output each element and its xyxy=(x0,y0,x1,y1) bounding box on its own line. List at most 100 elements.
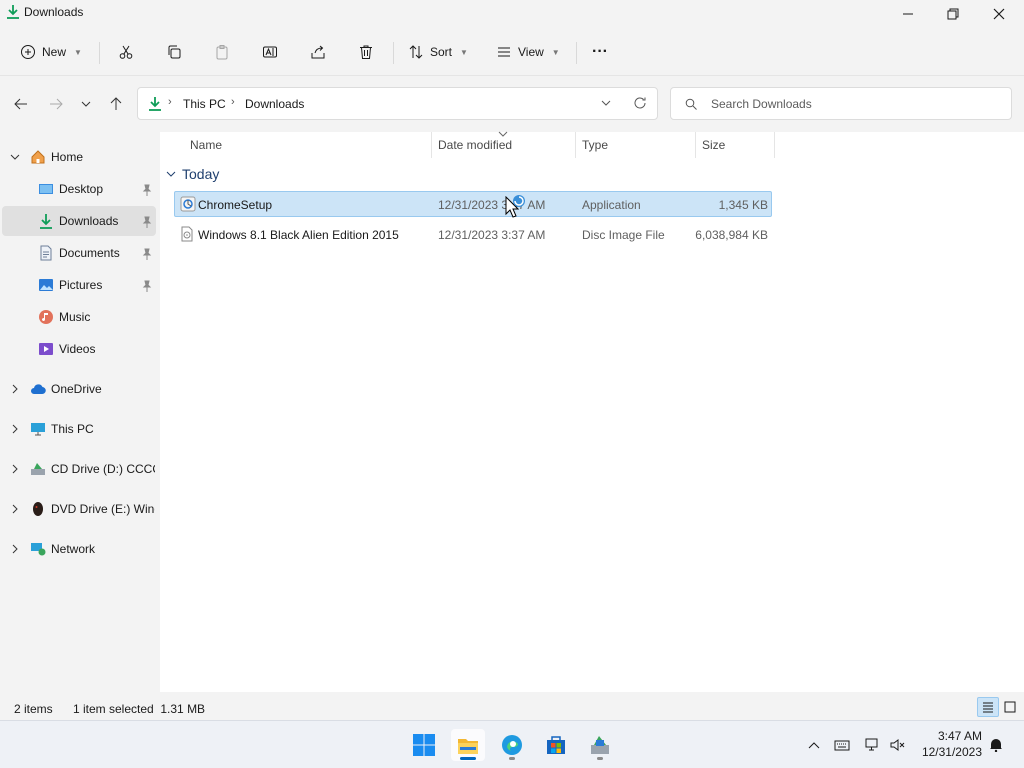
keyboard-button[interactable] xyxy=(833,737,851,753)
column-header-name[interactable]: Name xyxy=(190,132,222,158)
selection-info: 1 item selected 1.31 MB xyxy=(73,702,206,716)
new-button[interactable]: New ▼ xyxy=(20,38,82,66)
copy-icon xyxy=(168,45,181,59)
sidebar-item-label: Downloads xyxy=(59,214,119,228)
sidebar-item-label: Videos xyxy=(59,342,96,356)
search-box[interactable] xyxy=(670,87,1012,120)
column-divider[interactable] xyxy=(695,132,696,158)
close-button[interactable] xyxy=(976,0,1022,28)
column-divider[interactable] xyxy=(774,132,775,158)
sort-button[interactable]: Sort ▼ xyxy=(408,38,468,66)
edge-icon xyxy=(502,735,522,755)
sidebar-item-music[interactable]: Music xyxy=(2,302,156,332)
show-hidden-icons-button[interactable] xyxy=(805,737,823,753)
sidebar-item-desktop[interactable]: Desktop xyxy=(2,174,156,204)
system-clock[interactable]: 3:47 AM 12/31/2023 xyxy=(918,728,982,760)
application-icon xyxy=(180,196,196,212)
sidebar-item-onedrive[interactable]: OneDrive xyxy=(2,374,156,404)
item-count: 2 items xyxy=(14,702,53,716)
taskbar-store[interactable] xyxy=(539,729,573,761)
downloads-icon xyxy=(7,5,19,19)
sidebar-item-label: This PC xyxy=(51,422,94,436)
volume-button[interactable] xyxy=(889,737,907,753)
clock-date: 12/31/2023 xyxy=(921,745,982,759)
search-input[interactable] xyxy=(711,95,991,113)
taskbar-media-creation-tool[interactable] xyxy=(583,729,617,761)
sidebar-item-label: DVD Drive (E:) Windows 8.1 Black Alien E… xyxy=(51,502,155,516)
sidebar-item-home[interactable]: Home xyxy=(2,142,156,172)
window-title: Downloads xyxy=(24,5,84,19)
rename-button[interactable] xyxy=(262,38,278,66)
breadcrumb-this-pc[interactable]: This PC xyxy=(183,97,226,111)
sidebar-item-label: Pictures xyxy=(59,278,103,292)
up-button[interactable] xyxy=(104,94,128,114)
sidebar-item-pictures[interactable]: Pictures xyxy=(2,270,156,300)
cut-button[interactable] xyxy=(118,38,134,66)
back-button[interactable] xyxy=(9,94,33,114)
recent-locations-button[interactable] xyxy=(74,94,98,114)
arrow-right-icon xyxy=(50,98,63,110)
this-pc-icon xyxy=(31,423,45,436)
start-button[interactable] xyxy=(407,729,441,761)
network-status-button[interactable] xyxy=(864,737,882,753)
pin-icon xyxy=(142,216,152,228)
column-divider[interactable] xyxy=(431,132,432,158)
sidebar-item-downloads[interactable]: Downloads xyxy=(2,206,156,236)
chevron-down-icon: ▼ xyxy=(551,47,560,57)
share-button[interactable] xyxy=(310,38,326,66)
network-icon xyxy=(31,543,46,556)
group-header-today[interactable]: Today xyxy=(166,166,219,182)
notifications-button[interactable] xyxy=(987,737,1005,753)
file-list: Name Date modified Type Size Today Chrom… xyxy=(160,131,1024,692)
sidebar-item-videos[interactable]: Videos xyxy=(2,334,156,364)
view-button[interactable]: View ▼ xyxy=(496,38,560,66)
volume-muted-icon xyxy=(890,739,905,751)
minimize-button[interactable] xyxy=(885,0,931,28)
sidebar-item-documents[interactable]: Documents xyxy=(2,238,156,268)
chevron-right-icon xyxy=(12,504,18,514)
command-bar: New ▼ Sort ▼ View ▼ ··· xyxy=(0,28,1024,76)
chevron-down-icon[interactable] xyxy=(600,97,612,109)
documents-icon xyxy=(40,245,52,261)
file-explorer-icon xyxy=(458,739,478,754)
restore-button[interactable] xyxy=(930,0,976,28)
column-header-size[interactable]: Size xyxy=(702,132,725,158)
videos-icon xyxy=(39,343,53,355)
taskbar-edge[interactable] xyxy=(495,729,529,761)
column-header-date-modified[interactable]: Date modified xyxy=(438,132,512,158)
column-header-type[interactable]: Type xyxy=(582,132,608,158)
sidebar-item-dvd-drive[interactable]: DVD Drive (E:) Windows 8.1 Black Alien E… xyxy=(2,494,156,524)
sidebar-item-label: Music xyxy=(59,310,91,324)
refresh-icon[interactable] xyxy=(633,96,647,110)
chevron-right-icon xyxy=(12,424,18,434)
navigation-pane: Home Desktop Downloads Documents Picture… xyxy=(0,132,160,692)
chevron-down-icon xyxy=(166,171,176,177)
close-icon xyxy=(993,8,1005,20)
breadcrumb-downloads[interactable]: Downloads xyxy=(245,97,304,111)
column-divider[interactable] xyxy=(575,132,576,158)
file-row[interactable]: Windows 8.1 Black Alien Edition 2015 12/… xyxy=(174,222,772,248)
taskbar-file-explorer[interactable] xyxy=(451,729,485,761)
chevron-right-icon: › xyxy=(168,96,172,108)
onedrive-icon xyxy=(31,384,46,395)
thumbnails-view-button[interactable] xyxy=(999,697,1021,717)
copy-button[interactable] xyxy=(166,38,182,66)
sidebar-item-cd-drive[interactable]: CD Drive (D:) CCCOMA_X64FRE_EN-US_DV9 xyxy=(2,454,156,484)
forward-button[interactable] xyxy=(44,94,68,114)
chevron-up-icon xyxy=(808,742,820,749)
sidebar-item-network[interactable]: Network xyxy=(2,534,156,564)
sidebar-item-this-pc[interactable]: This PC xyxy=(2,414,156,444)
file-date: 12/31/2023 3:47 AM xyxy=(438,198,546,212)
paste-button[interactable] xyxy=(214,38,230,66)
sort-label: Sort xyxy=(430,45,453,59)
add-icon xyxy=(21,45,35,59)
paste-icon xyxy=(216,45,228,60)
group-label: Today xyxy=(182,166,220,182)
arrow-up-icon xyxy=(110,97,122,110)
more-options-button[interactable]: ··· xyxy=(592,38,608,66)
file-row[interactable]: ChromeSetup 12/31/2023 3:47 AM Applicati… xyxy=(174,191,772,217)
dvd-drive-icon xyxy=(33,502,43,516)
address-bar[interactable]: › This PC › Downloads xyxy=(137,87,658,120)
delete-button[interactable] xyxy=(358,38,374,66)
details-view-button[interactable] xyxy=(977,697,999,717)
